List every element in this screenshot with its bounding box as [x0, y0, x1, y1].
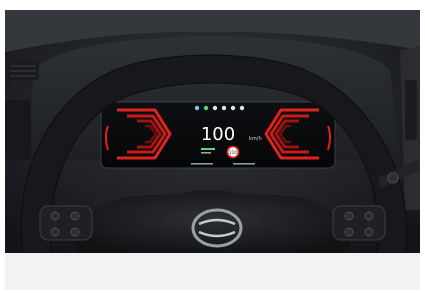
speed-limit-value: 110: [229, 150, 237, 155]
cruise-icon: [194, 105, 200, 111]
drive-indicator-bar: [201, 148, 215, 150]
settings-icon: [221, 105, 227, 111]
speed-readout: 100: [201, 124, 235, 145]
trip-info-right: [233, 163, 255, 165]
interior-scene: 100 km/h 110: [5, 10, 420, 253]
music-icon: [239, 105, 245, 111]
digital-instrument-cluster: 100 km/h 110: [100, 101, 336, 169]
phone-icon: [230, 105, 236, 111]
right-spoke-buttons: [332, 205, 386, 241]
car-interior-photo: 100 km/h 110: [5, 10, 420, 253]
vehicle-icon: [212, 105, 218, 111]
speed-limit-sign: 110: [226, 145, 240, 159]
lane-icon: [203, 105, 209, 111]
trip-info-left: [191, 163, 213, 165]
info-indicator-bar: [201, 152, 211, 154]
speed-unit: km/h: [249, 136, 262, 142]
caption-strip: [5, 253, 420, 290]
left-spoke-buttons: [39, 205, 93, 241]
